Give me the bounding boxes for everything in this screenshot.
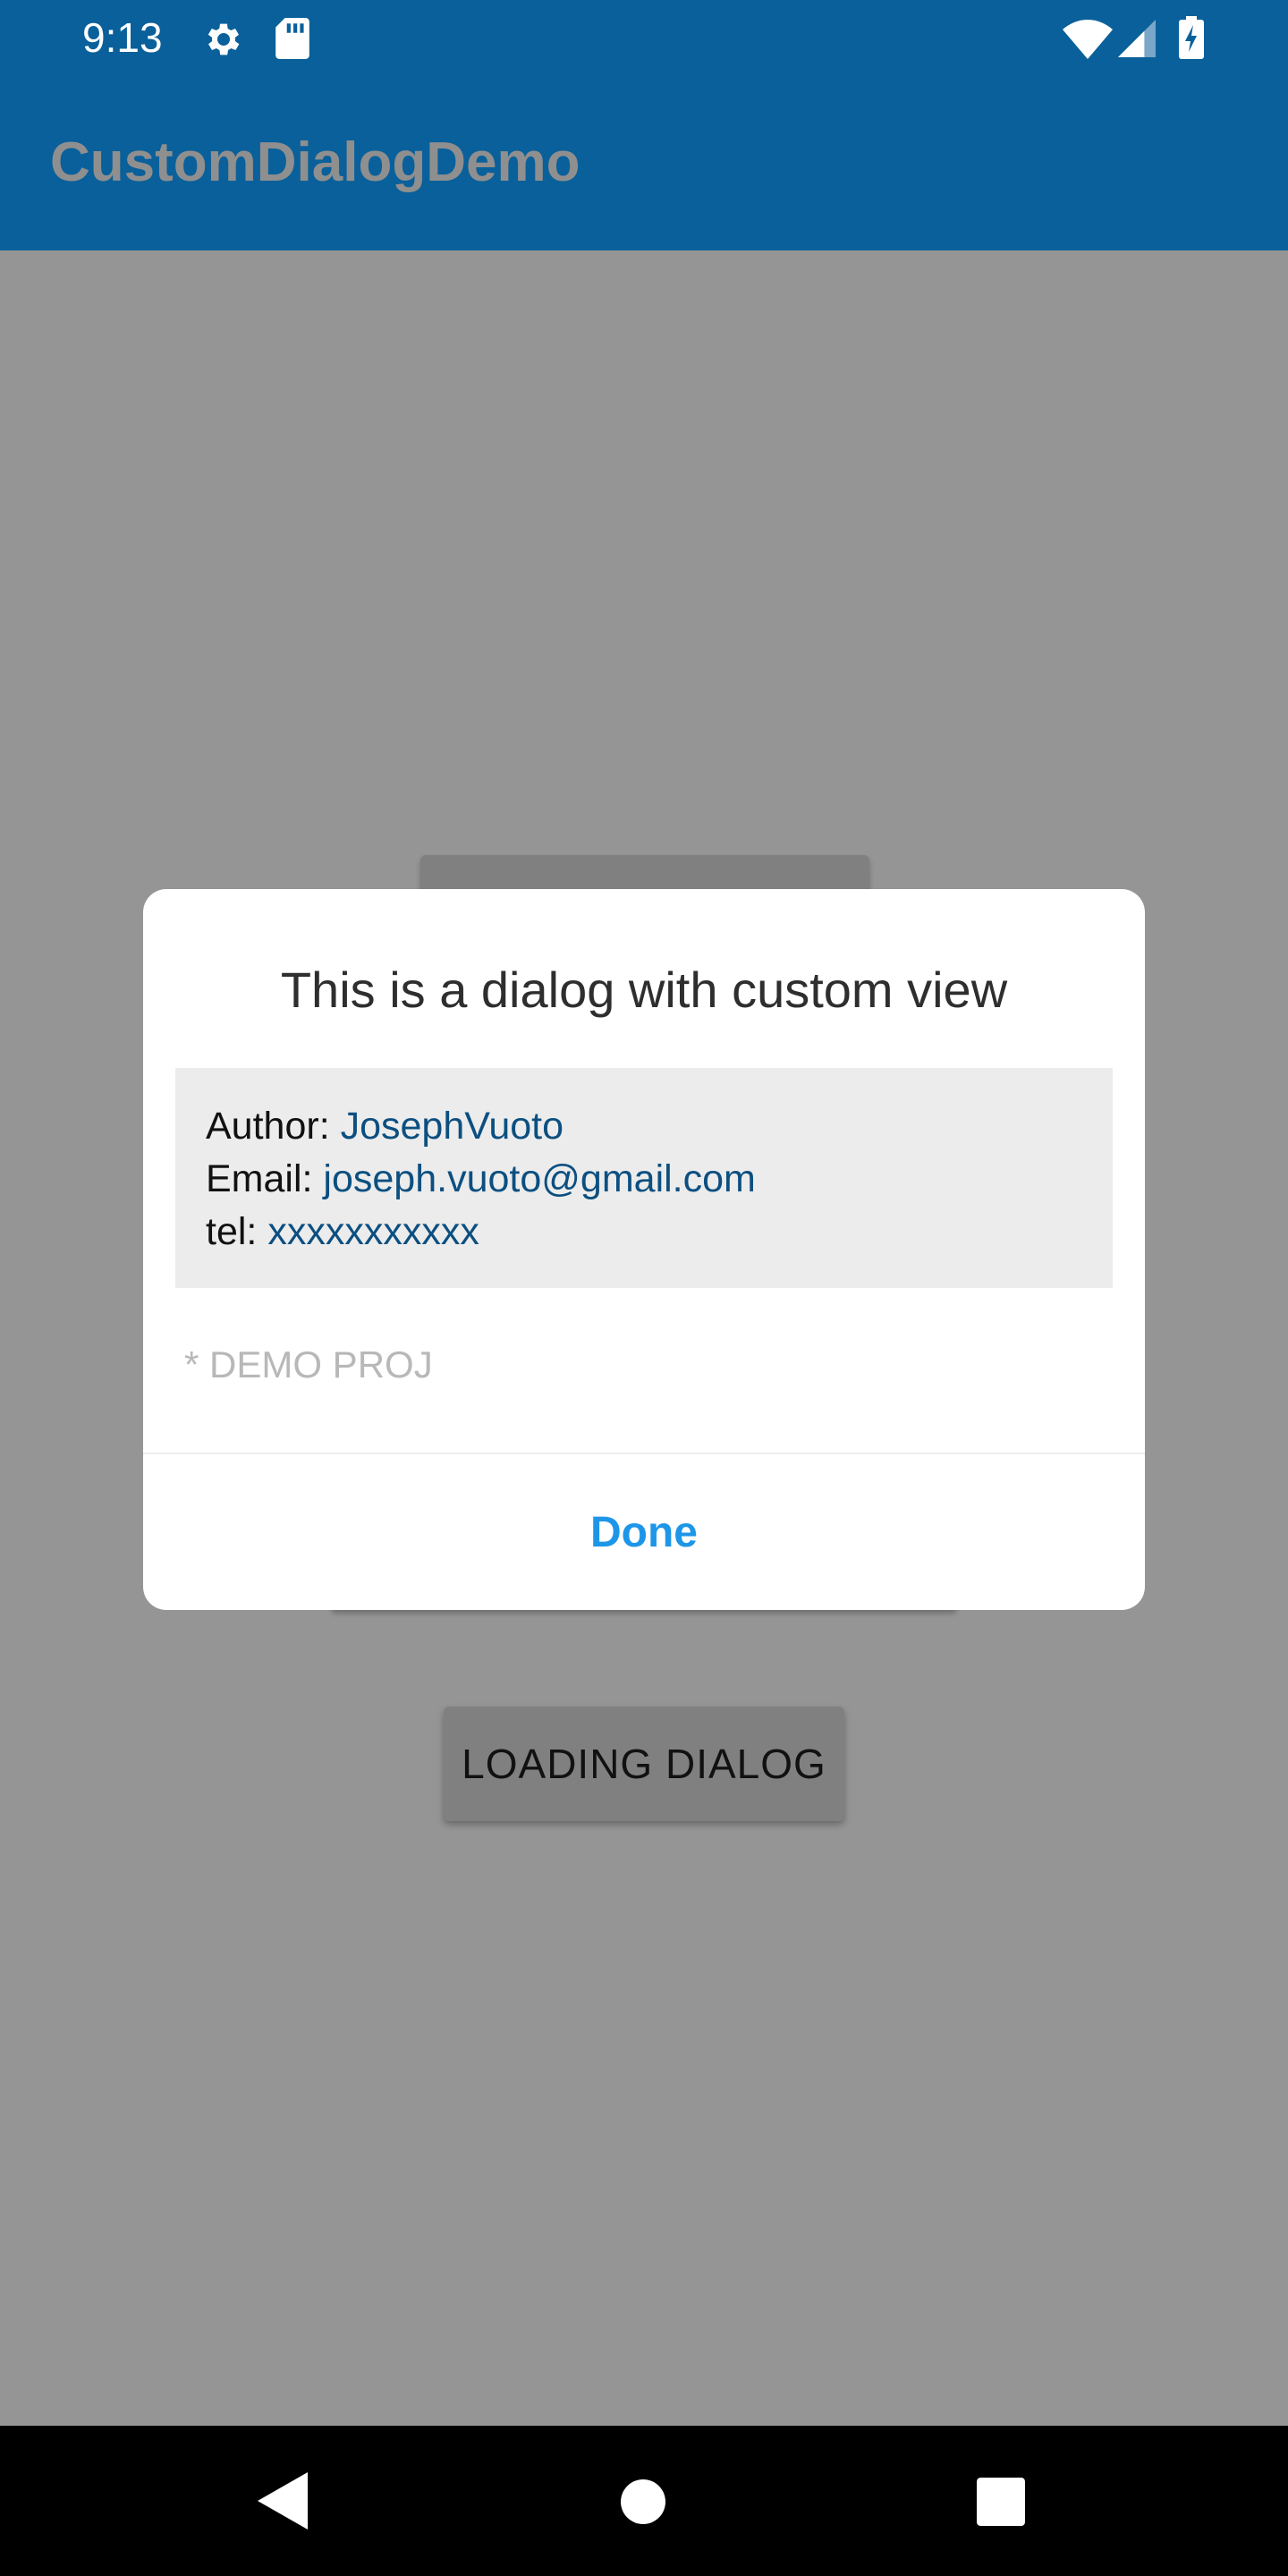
author-line: Author: JosephVuoto: [206, 1100, 1113, 1153]
status-bar: 9:13: [0, 0, 1288, 75]
author-label: Author:: [206, 1105, 341, 1148]
app-title: CustomDialogDemo: [50, 131, 580, 193]
recents-icon[interactable]: [977, 2478, 1025, 2526]
email-value: joseph.vuoto@gmail.com: [323, 1157, 756, 1200]
done-button[interactable]: Done: [143, 1454, 1145, 1610]
home-icon[interactable]: [621, 2479, 665, 2524]
custom-dialog: This is a dialog with custom view Author…: [143, 889, 1145, 1610]
tel-value: xxxxxxxxxxx: [267, 1210, 479, 1253]
navigation-bar: [0, 2426, 1288, 2576]
battery-charging-icon: [1179, 16, 1204, 59]
wifi-icon: [1063, 20, 1113, 59]
app-bar: CustomDialogDemo: [0, 75, 1288, 250]
email-label: Email:: [206, 1157, 324, 1200]
demo-note: * DEMO PROJ: [184, 1343, 433, 1385]
dialog-title: This is a dialog with custom view: [280, 962, 1008, 1018]
tel-label: tel:: [206, 1210, 268, 1253]
sd-card-icon: [275, 18, 309, 59]
author-info-box: Author: JosephVuoto Email: joseph.vuoto@…: [175, 1068, 1113, 1288]
tel-line: tel: xxxxxxxxxxx: [206, 1206, 1113, 1258]
cell-signal-icon: [1118, 20, 1156, 57]
back-icon[interactable]: [258, 2472, 308, 2529]
status-time: 9:13: [82, 14, 163, 61]
email-line: Email: joseph.vuoto@gmail.com: [206, 1153, 1113, 1206]
loading-dialog-button: LOADING DIALOG: [444, 1707, 844, 1821]
gear-icon: [208, 23, 240, 55]
author-value: JosephVuoto: [340, 1105, 564, 1148]
